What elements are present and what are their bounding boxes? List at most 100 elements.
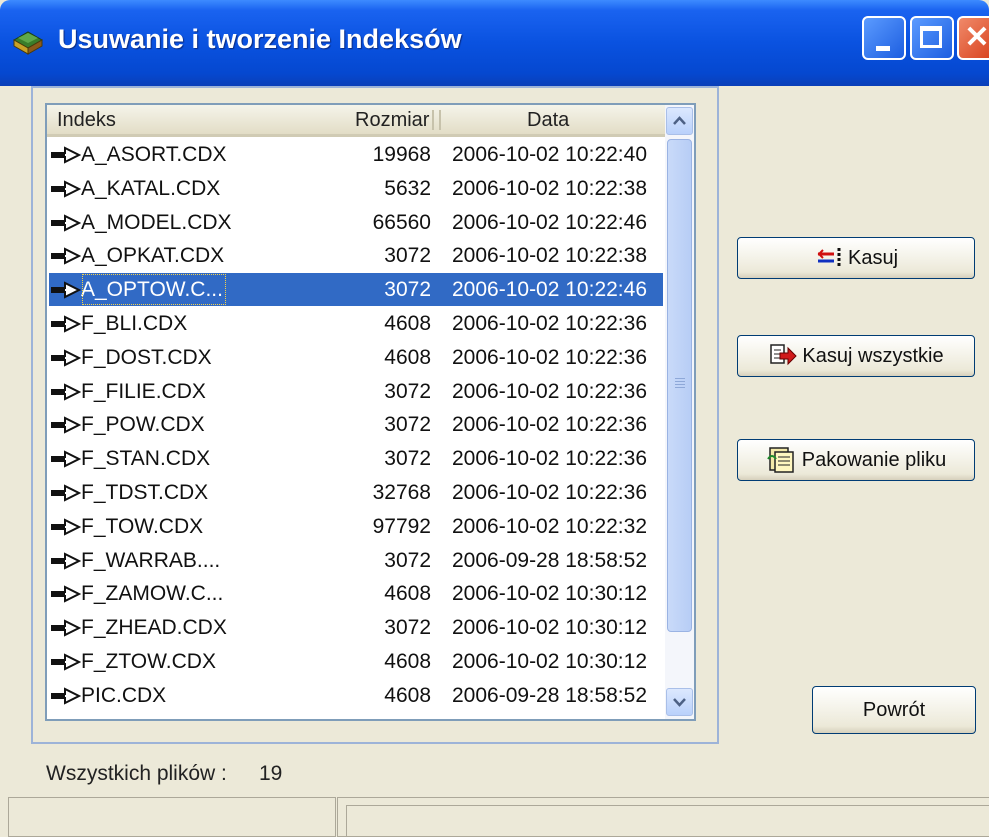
list-item[interactable]: F_DOST.CDX 4608 2006-10-02 10:22:36: [47, 341, 665, 375]
books-app-icon: [12, 31, 44, 55]
list-rows: A_ASORT.CDX 19968 2006-10-02 10:22:40 A_KAT…: [47, 138, 665, 713]
index-arrow-icon: [51, 484, 81, 502]
index-name: A_OPKAT.CDX: [81, 244, 225, 268]
index-name: F_DOST.CDX: [81, 345, 212, 369]
index-size: 97792: [372, 514, 431, 538]
index-arrow-icon: [51, 687, 81, 705]
index-size: 3072: [384, 244, 431, 268]
list-item[interactable]: F_ZAMOW.C... 4608 2006-10-02 10:30:12: [47, 577, 665, 611]
chevron-down-icon: [673, 698, 686, 707]
index-name: A_MODEL.CDX: [81, 210, 232, 234]
index-arrow-icon: [51, 213, 81, 232]
list-item[interactable]: F_ZTOW.CDX 4608 2006-10-02 10:30:12: [47, 645, 665, 679]
delete-button[interactable]: Kasuj: [737, 237, 975, 279]
index-arrow-icon: [51, 416, 81, 434]
column-header-date[interactable]: Data: [527, 105, 569, 134]
column-header-name[interactable]: Indeks: [57, 105, 116, 134]
index-arrow-icon: [51, 619, 81, 637]
list-item[interactable]: PIC.CDX 4608 2006-09-28 18:58:52: [47, 679, 665, 713]
index-size: 4608: [384, 345, 431, 369]
list-item[interactable]: A_ASORT.CDX 19968 2006-10-02 10:22:40: [47, 138, 665, 172]
status-panel-left: [8, 797, 336, 837]
back-button-label: Powrót: [862, 698, 926, 721]
index-date: 2006-10-02 10:22:46: [452, 278, 647, 302]
status-panel-right: [337, 797, 989, 837]
index-size: 3072: [384, 548, 431, 572]
index-date: 2006-10-02 10:22:36: [452, 480, 647, 504]
index-size: 66560: [372, 210, 431, 234]
index-size: 3072: [384, 616, 431, 640]
delete-index-icon: [817, 248, 841, 268]
index-arrow-icon: [51, 518, 81, 536]
index-size: 4608: [384, 582, 431, 606]
index-date: 2006-10-02 10:30:12: [452, 616, 647, 640]
vertical-scrollbar[interactable]: [665, 105, 694, 719]
index-arrow-icon: [51, 349, 81, 367]
index-arrow-icon: [51, 551, 81, 570]
scroll-thumb[interactable]: [667, 139, 692, 632]
index-name: A_KATAL.CDX: [81, 176, 221, 200]
title-bar[interactable]: Usuwanie i tworzenie Indeksów ✕: [0, 0, 989, 86]
index-date: 2006-10-02 10:22:36: [452, 379, 647, 403]
index-date: 2006-10-02 10:30:12: [452, 582, 647, 606]
list-item[interactable]: A_MODEL.CDX 66560 2006-10-02 10:22:46: [47, 206, 665, 240]
column-divider[interactable]: [432, 110, 434, 130]
list-item[interactable]: F_ZHEAD.CDX 3072 2006-10-02 10:30:12: [47, 611, 665, 645]
pack-file-button[interactable]: Pakowanie pliku: [737, 439, 975, 481]
list-item[interactable]: A_OPTOW.C... 3072 2006-10-02 10:22:46: [47, 273, 665, 307]
index-name: F_TDST.CDX: [81, 480, 209, 504]
list-item[interactable]: F_STAN.CDX 3072 2006-10-02 10:22:36: [47, 442, 665, 476]
index-name: F_ZTOW.CDX: [81, 649, 216, 673]
index-arrow-icon: [51, 382, 81, 401]
minimize-button[interactable]: [862, 16, 906, 60]
scroll-up-button[interactable]: [666, 107, 693, 135]
index-name: F_WARRAB....: [81, 548, 221, 572]
index-size: 4608: [384, 311, 431, 335]
index-arrow-icon: [51, 653, 81, 671]
minimize-icon: [876, 46, 890, 51]
index-date: 2006-10-02 10:22:36: [452, 311, 647, 335]
index-name: F_BLI.CDX: [81, 311, 188, 335]
index-size: 3072: [384, 379, 431, 403]
list-item[interactable]: A_KATAL.CDX 5632 2006-10-02 10:22:38: [47, 172, 665, 206]
index-arrow-icon: [51, 315, 81, 333]
list-item[interactable]: F_FILIE.CDX 3072 2006-10-02 10:22:36: [47, 375, 665, 409]
index-date: 2006-10-02 10:22:36: [452, 345, 647, 369]
index-date: 2006-10-02 10:22:32: [452, 514, 647, 538]
files-count-label: Wszystkich plików :: [46, 762, 227, 785]
delete-all-button[interactable]: Kasuj wszystkie: [737, 335, 975, 377]
index-name: A_OPTOW.C...: [81, 273, 227, 306]
index-date: 2006-10-02 10:22:38: [452, 244, 647, 268]
list-item[interactable]: F_BLI.CDX 4608 2006-10-02 10:22:36: [47, 307, 665, 341]
index-arrow-icon: [51, 180, 81, 198]
list-item[interactable]: F_POW.CDX 3072 2006-10-02 10:22:36: [47, 408, 665, 442]
pack-file-button-label: Pakowanie pliku: [801, 448, 947, 471]
window-title: Usuwanie i tworzenie Indeksów: [58, 24, 462, 54]
index-name: F_ZHEAD.CDX: [81, 616, 227, 640]
list-item[interactable]: F_TOW.CDX 97792 2006-10-02 10:22:32: [47, 510, 665, 544]
index-date: 2006-10-02 10:22:36: [452, 447, 647, 471]
back-button[interactable]: Powrót: [812, 686, 976, 734]
index-size: 19968: [372, 143, 431, 166]
files-count-value: 19: [259, 762, 283, 785]
scroll-down-button[interactable]: [666, 688, 693, 716]
column-header-size[interactable]: Rozmiar: [355, 105, 429, 134]
index-arrow-icon: [51, 585, 81, 603]
index-size: 3072: [384, 413, 431, 437]
column-divider[interactable]: [439, 110, 441, 130]
index-date: 2006-09-28 18:58:52: [452, 548, 647, 572]
index-size: 3072: [384, 447, 431, 471]
index-date: 2006-10-02 10:30:12: [452, 649, 647, 673]
list-item[interactable]: A_OPKAT.CDX 3072 2006-10-02 10:22:38: [47, 239, 665, 273]
index-list[interactable]: Indeks Rozmiar Data A_ASORT.CDX 19968 2006…: [45, 103, 696, 721]
maximize-button[interactable]: [910, 16, 954, 60]
index-name: F_FILIE.CDX: [81, 379, 206, 403]
index-name: F_ZAMOW.C...: [81, 582, 224, 606]
list-item[interactable]: F_TDST.CDX 32768 2006-10-02 10:22:36: [47, 476, 665, 510]
close-button[interactable]: ✕: [957, 16, 989, 60]
index-date: 2006-10-02 10:22:46: [452, 210, 647, 234]
index-size: 4608: [384, 649, 431, 673]
delete-all-button-label: Kasuj wszystkie: [802, 344, 944, 367]
list-item[interactable]: F_WARRAB.... 3072 2006-09-28 18:58:52: [47, 544, 665, 578]
index-arrow-icon: [51, 247, 81, 266]
